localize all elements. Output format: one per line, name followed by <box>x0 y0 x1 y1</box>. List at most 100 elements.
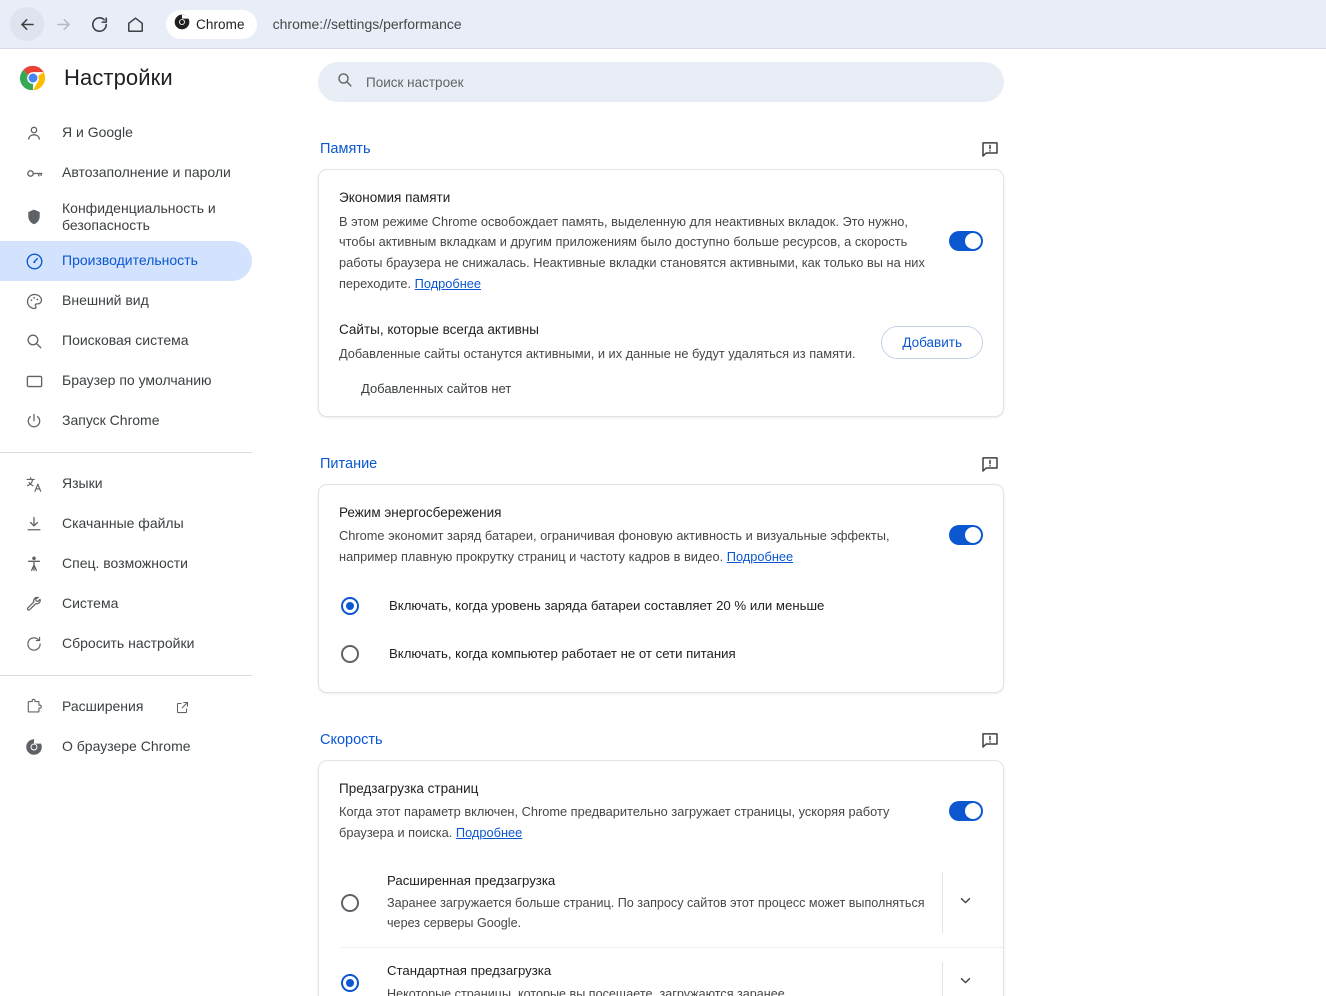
chrome-icon <box>174 14 190 35</box>
always-active-sites-row: Сайты, которые всегда активны Добавленны… <box>319 294 1003 364</box>
section-memory-header: Память <box>318 129 1004 169</box>
memory-saver-learn-more-link[interactable]: Подробнее <box>415 276 481 291</box>
energy-saver-texts: Режим энергосбережения Chrome экономит з… <box>339 503 949 568</box>
chrome-badge-label: Chrome <box>196 17 245 32</box>
add-site-button[interactable]: Добавить <box>881 326 983 359</box>
preload-option-standard[interactable]: Стандартная предзагрузка Некоторые стран… <box>319 948 1003 996</box>
sidebar-item-label: Спец. возможности <box>62 555 188 573</box>
preload-pages-control <box>949 801 983 821</box>
page-title: Настройки <box>64 65 173 91</box>
power-option-battery-20[interactable]: Включать, когда уровень заряда батареи с… <box>319 582 1003 630</box>
sidebar-item-label: Скачанные файлы <box>62 515 184 533</box>
preload-option-desc: Заранее загружается больше страниц. По з… <box>387 893 926 933</box>
memory-saver-row: Экономия памяти В этом режиме Chrome осв… <box>319 170 1003 294</box>
power-option-label: Включать, когда компьютер работает не от… <box>389 646 736 661</box>
radio-button[interactable] <box>341 894 359 912</box>
power-option-label: Включать, когда уровень заряда батареи с… <box>389 598 824 613</box>
sidebar-item-chrome-startup[interactable]: Запуск Chrome <box>0 401 252 441</box>
sidebar-item-default-browser[interactable]: Браузер по умолчанию <box>0 361 252 401</box>
sidebar-nav-primary: Я и Google Автозаполнение и пароли Конфи… <box>0 107 290 441</box>
home-button[interactable] <box>118 7 152 41</box>
preload-option-desc: Некоторые страницы, которые вы посещаете… <box>387 984 926 996</box>
memory-saver-desc: В этом режиме Chrome освобождает память,… <box>339 212 929 295</box>
sidebar-item-languages[interactable]: Языки <box>0 464 252 504</box>
extension-icon <box>24 697 44 717</box>
open-in-new-icon[interactable] <box>175 700 190 715</box>
energy-saver-control <box>949 525 983 545</box>
feedback-icon[interactable] <box>980 454 1000 474</box>
chrome-origin-badge: Chrome <box>166 10 257 39</box>
reload-button[interactable] <box>82 7 116 41</box>
sidebar-item-you-and-google[interactable]: Я и Google <box>0 113 252 153</box>
energy-saver-toggle[interactable] <box>949 525 983 545</box>
preload-option-extended-texts: Расширенная предзагрузка Заранее загружа… <box>387 872 942 934</box>
accessibility-icon <box>24 554 44 574</box>
chrome-logo-icon <box>20 65 46 91</box>
radio-button[interactable] <box>341 597 359 615</box>
section-speed: Скорость Предзагрузка страниц Когда этот… <box>318 720 1004 996</box>
preload-option-title: Стандартная предзагрузка <box>387 962 926 980</box>
settings-main: Поиск настроек Память Экономия памяти <box>290 49 1326 996</box>
search-icon <box>336 71 353 93</box>
sidebar-item-label: Система <box>62 595 118 613</box>
sidebar-item-accessibility[interactable]: Спец. возможности <box>0 544 252 584</box>
sidebar-item-label: Сбросить настройки <box>62 635 194 653</box>
reload-icon <box>90 15 109 34</box>
palette-icon <box>24 291 44 311</box>
radio-button[interactable] <box>341 645 359 663</box>
feedback-icon[interactable] <box>980 139 1000 159</box>
restore-icon <box>24 634 44 654</box>
section-speed-header: Скорость <box>318 720 1004 760</box>
sidebar-item-label: Расширения <box>62 698 143 716</box>
preload-pages-toggle[interactable] <box>949 801 983 821</box>
expand-extended-button[interactable] <box>943 893 987 913</box>
settings-brand: Настройки <box>0 49 290 107</box>
download-icon <box>24 514 44 534</box>
sidebar-item-extensions[interactable]: Расширения <box>0 687 252 727</box>
memory-saver-toggle[interactable] <box>949 231 983 251</box>
sidebar-item-system[interactable]: Система <box>0 584 252 624</box>
radio-button[interactable] <box>341 974 359 992</box>
expand-standard-button[interactable] <box>943 973 987 993</box>
sidebar-item-label: Производительность <box>62 252 198 270</box>
sidebar-item-autofill-passwords[interactable]: Автозаполнение и пароли <box>0 153 252 193</box>
search-settings-input[interactable]: Поиск настроек <box>318 62 1004 102</box>
always-active-sites-texts: Сайты, которые всегда активны Добавленны… <box>339 320 881 364</box>
sidebar-item-search-engine[interactable]: Поисковая система <box>0 321 252 361</box>
feedback-icon[interactable] <box>980 730 1000 750</box>
sidebar-item-appearance[interactable]: Внешний вид <box>0 281 252 321</box>
always-active-sites-control: Добавить <box>881 326 983 359</box>
preload-pages-desc-text: Когда этот параметр включен, Chrome пред… <box>339 804 889 840</box>
search-icon <box>24 331 44 351</box>
section-memory: Память Экономия памяти В этом режиме Chr… <box>318 129 1004 417</box>
sidebar-item-downloads[interactable]: Скачанные файлы <box>0 504 252 544</box>
preload-pages-row: Предзагрузка страниц Когда этот параметр… <box>319 761 1003 844</box>
preload-learn-more-link[interactable]: Подробнее <box>456 825 522 840</box>
sidebar-item-privacy-security[interactable]: Конфиденциальность и безопасность <box>0 193 252 241</box>
person-icon <box>24 123 44 143</box>
address-bar[interactable]: Chrome chrome://settings/performance <box>162 8 1316 41</box>
sidebar-item-performance[interactable]: Производительность <box>0 241 252 281</box>
preload-option-extended[interactable]: Расширенная предзагрузка Заранее загружа… <box>319 858 1003 948</box>
sidebar-item-about-chrome[interactable]: О браузере Chrome <box>0 727 252 767</box>
back-button[interactable] <box>10 7 44 41</box>
speedometer-icon <box>24 251 44 271</box>
section-power-header: Питание <box>318 444 1004 484</box>
energy-saver-desc-text: Chrome экономит заряд батареи, ограничив… <box>339 528 890 564</box>
sidebar-item-label: Языки <box>62 475 103 493</box>
forward-button[interactable] <box>46 7 80 41</box>
energy-saver-learn-more-link[interactable]: Подробнее <box>727 549 793 564</box>
key-icon <box>24 163 44 183</box>
sidebar-item-reset-settings[interactable]: Сбросить настройки <box>0 624 252 664</box>
sidebar-item-label: Автозаполнение и пароли <box>62 164 231 182</box>
sidebar-divider-2 <box>0 675 252 676</box>
browser-toolbar: Chrome chrome://settings/performance <box>0 0 1326 49</box>
chevron-down-icon <box>958 893 973 913</box>
power-option-unplugged[interactable]: Включать, когда компьютер работает не от… <box>319 630 1003 678</box>
chevron-down-icon <box>958 973 973 993</box>
sidebar-item-label: Поисковая система <box>62 332 189 350</box>
sidebar-item-label: Внешний вид <box>62 292 149 310</box>
preload-pages-desc: Когда этот параметр включен, Chrome пред… <box>339 802 929 843</box>
sidebar-nav-tertiary: Расширения О браузере Chrome <box>0 687 290 767</box>
sidebar-item-label: Запуск Chrome <box>62 412 159 430</box>
